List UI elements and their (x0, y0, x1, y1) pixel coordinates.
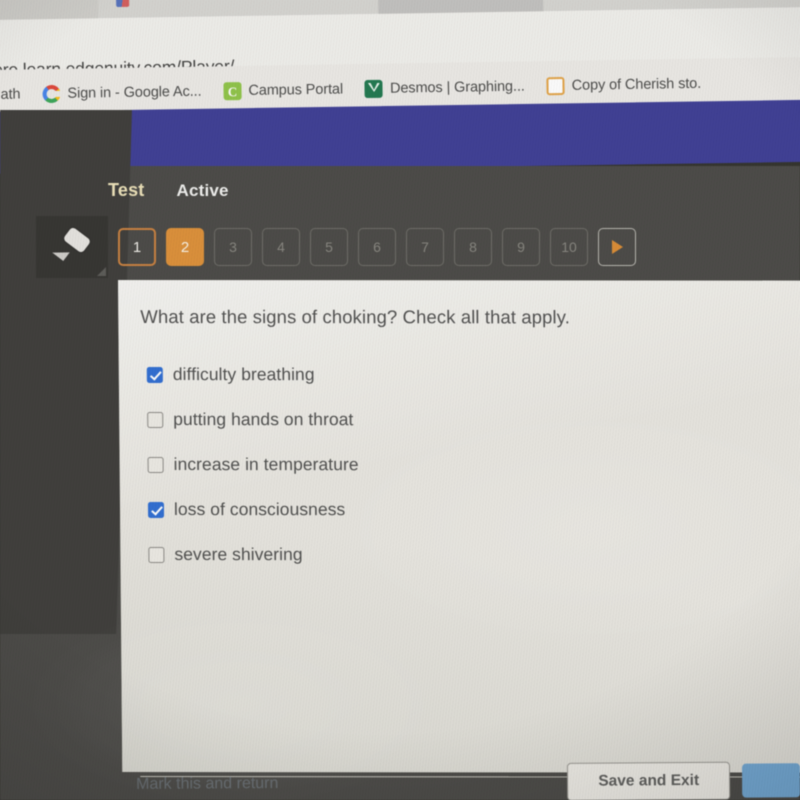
highlighter-tool-button[interactable] (36, 216, 108, 278)
question-prompt: What are the signs of choking? Check all… (140, 306, 570, 328)
checkbox-unchecked-icon[interactable] (147, 456, 164, 473)
bookmark-label: Desmos | Graphing... (389, 78, 525, 97)
bookmark-item-math[interactable]: ath (0, 86, 32, 103)
bookmark-label: Copy of Cherish sto. (571, 75, 702, 94)
option-increase-in-temperature[interactable]: increase in temperature (147, 442, 687, 487)
question-nav-7[interactable]: 7 (406, 228, 444, 266)
question-nav-8[interactable]: 8 (454, 228, 492, 266)
question-nav-4[interactable]: 4 (262, 228, 300, 266)
highlighter-icon (51, 226, 93, 267)
next-question-button[interactable] (598, 228, 636, 266)
app-tab-bar: Test Active (108, 180, 229, 201)
option-putting-hands-on-throat[interactable]: putting hands on throat (147, 397, 687, 442)
bookmark-item-campus-portal[interactable]: C Campus Portal (212, 80, 354, 101)
question-nav-6[interactable]: 6 (358, 228, 396, 266)
google-docs-icon (546, 76, 565, 96)
desmos-icon (364, 79, 384, 99)
checkbox-checked-icon[interactable] (147, 501, 165, 518)
tab-active[interactable]: Active (176, 181, 228, 201)
save-and-exit-button[interactable]: Save and Exit (567, 761, 731, 800)
option-label: severe shivering (174, 544, 303, 565)
option-label: putting hands on throat (173, 409, 354, 430)
checkbox-unchecked-icon[interactable] (147, 411, 164, 428)
question-panel: What are the signs of choking? Check all… (118, 280, 800, 778)
bookmark-label: Campus Portal (248, 81, 344, 99)
option-loss-of-consciousness[interactable]: loss of consciousness (147, 487, 688, 532)
answer-options-list: difficulty breathing putting hands on th… (146, 352, 689, 577)
option-severe-shivering[interactable]: severe shivering (148, 532, 688, 577)
option-label: loss of consciousness (173, 499, 346, 520)
option-label: increase in temperature (173, 454, 359, 475)
bookmark-item-copy-of-cherish[interactable]: Copy of Cherish sto. (536, 75, 713, 96)
bookmark-label: Sign in - Google Ac... (67, 83, 202, 102)
option-difficulty-breathing[interactable]: difficulty breathing (146, 352, 687, 397)
bookmark-item-google-signin[interactable]: Sign in - Google Ac... (31, 82, 212, 104)
question-nav-2[interactable]: 2 (166, 228, 204, 266)
option-label: difficulty breathing (172, 364, 315, 385)
bookmark-label: ath (0, 86, 21, 103)
question-nav-5[interactable]: 5 (310, 228, 348, 266)
question-nav-9[interactable]: 9 (502, 228, 540, 266)
checkbox-checked-icon[interactable] (146, 366, 163, 383)
footer-buttons: Save and Exit (567, 761, 800, 800)
bookmark-item-desmos[interactable]: Desmos | Graphing... (354, 77, 536, 99)
submit-next-button[interactable] (741, 763, 800, 798)
question-nav-strip: 1 2 3 4 5 6 7 8 9 10 (36, 216, 636, 278)
mark-and-return-link[interactable]: Mark this and return (122, 775, 278, 794)
google-icon (42, 84, 61, 104)
question-nav-3[interactable]: 3 (214, 228, 252, 266)
campus-portal-icon: C (223, 82, 242, 101)
play-arrow-icon (611, 240, 623, 254)
tab-test[interactable]: Test (108, 180, 144, 201)
question-nav-1[interactable]: 1 (118, 228, 156, 266)
question-nav-10[interactable]: 10 (550, 228, 588, 266)
checkbox-unchecked-icon[interactable] (148, 546, 165, 563)
question-footer: Mark this and return Save and Exit (122, 761, 800, 800)
favicon-icon (116, 0, 130, 7)
screen-photo: ore.learn.edgenuity.com/Player/ ath Sign… (0, 0, 800, 800)
